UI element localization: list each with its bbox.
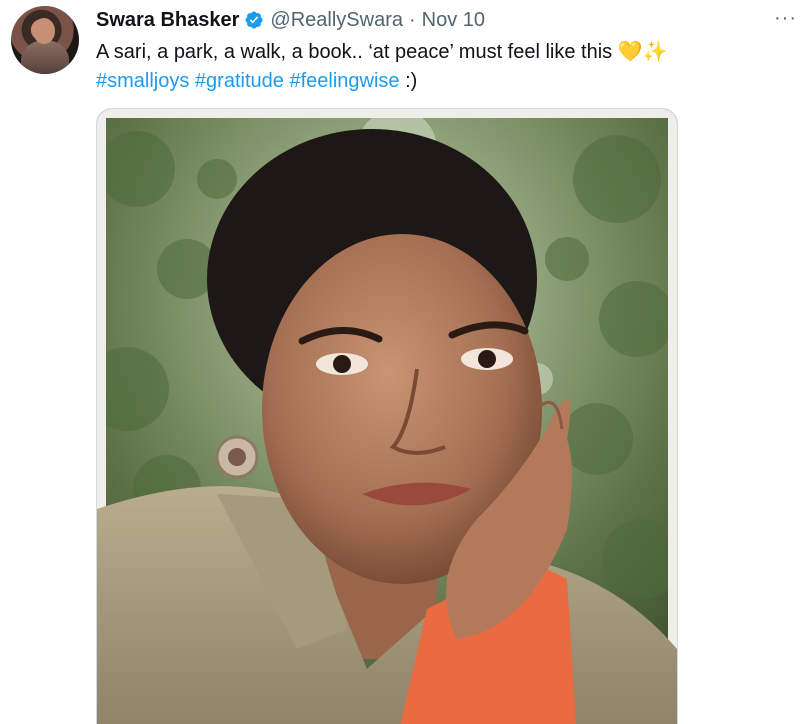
tweet-text: A sari, a park, a walk, a book.. ‘at pea… (96, 38, 786, 96)
tweet: Swara Bhasker @ReallySwara · Nov 10 ··· … (0, 0, 800, 724)
selfie-photo-illustration (97, 109, 677, 724)
hashtag-link[interactable]: #feelingwise (289, 70, 399, 92)
tweet-header: Swara Bhasker @ReallySwara · Nov 10 (96, 7, 485, 33)
tweet-text-main: A sari, a park, a walk, a book.. ‘at pea… (96, 41, 618, 63)
author-name[interactable]: Swara Bhasker (96, 7, 239, 33)
hashtag-link[interactable]: #gratitude (195, 70, 284, 92)
verified-badge-icon (244, 10, 264, 30)
author-avatar[interactable] (11, 6, 79, 74)
tweet-photo[interactable] (96, 108, 678, 724)
avatar-body (21, 40, 69, 74)
avatar-head (33, 18, 55, 44)
header-separator: · (409, 9, 416, 31)
tweet-date[interactable]: Nov 10 (422, 7, 485, 33)
sparkles-emoji: ✨ (642, 41, 668, 63)
author-handle[interactable]: @ReallySwara (270, 7, 403, 33)
hashtag-link[interactable]: #smalljoys (96, 70, 189, 92)
yellow-heart-emoji: 💛 (617, 41, 643, 63)
tweet-text-end: :) (399, 70, 418, 92)
more-options-icon[interactable]: ··· (774, 8, 796, 30)
